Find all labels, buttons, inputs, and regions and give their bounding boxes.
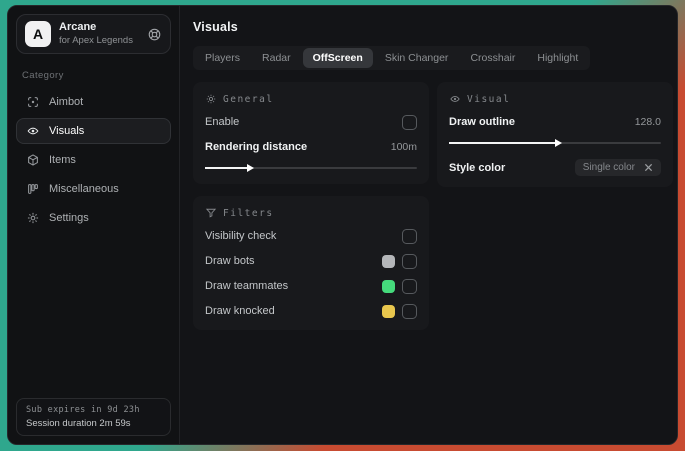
sidebar-item-label: Miscellaneous [49, 183, 119, 195]
brand-card: A Arcane for Apex Legends [16, 14, 171, 54]
eye-scan-icon [26, 124, 40, 138]
tab-radar[interactable]: Radar [252, 48, 301, 68]
draw-bots-color-swatch[interactable] [382, 254, 395, 268]
sun-icon [205, 93, 217, 105]
draw-outline-value: 128.0 [634, 116, 661, 128]
eye-icon [449, 93, 461, 105]
tab-crosshair[interactable]: Crosshair [460, 48, 525, 68]
main-panel: Visuals Players Radar OffScreen Skin Cha… [180, 6, 677, 444]
sidebar-item-label: Aimbot [49, 96, 84, 108]
session-duration-text: Session duration 2m 59s [26, 418, 131, 429]
target-icon[interactable] [147, 27, 162, 42]
funnel-icon [205, 207, 217, 219]
style-color-label: Style color [449, 161, 506, 174]
sidebar-nav: Aimbot Visuals Items Miscellaneous Setti… [16, 89, 171, 231]
sidebar-item-visuals[interactable]: Visuals [16, 118, 171, 144]
draw-teammates-checkbox[interactable] [402, 278, 417, 294]
brand-logo: A [25, 21, 51, 47]
filters-section: Filters Visibility check Draw bots Draw … [193, 196, 429, 330]
tab-highlight[interactable]: Highlight [527, 48, 588, 68]
tab-skin-changer[interactable]: Skin Changer [375, 48, 459, 68]
page-title: Visuals [193, 20, 238, 34]
general-section-title: General [223, 93, 274, 105]
draw-outline-row: Draw outline 128.0 [449, 114, 661, 130]
slider-thumb[interactable] [247, 163, 255, 172]
close-icon[interactable] [644, 163, 653, 172]
sidebar-item-label: Settings [49, 212, 89, 224]
crosshair-icon [26, 95, 40, 109]
draw-bots-checkbox[interactable] [402, 253, 417, 269]
draw-teammates-row: Draw teammates [205, 278, 417, 294]
brand-name: Arcane [59, 21, 97, 34]
app-window: A Arcane for Apex Legends Category Aimbo… [7, 5, 678, 445]
draw-outline-slider[interactable] [449, 138, 661, 148]
visibility-check-checkbox[interactable] [402, 228, 417, 244]
gear-icon [26, 211, 40, 225]
visual-section-title: Visual [467, 93, 511, 105]
visibility-check-row: Visibility check [205, 228, 417, 244]
columns-icon [26, 182, 40, 196]
enable-label: Enable [205, 116, 240, 128]
tab-offscreen[interactable]: OffScreen [302, 48, 373, 68]
box-icon [26, 153, 40, 167]
tab-bar: Players Radar OffScreen Skin Changer Cro… [193, 46, 591, 70]
draw-outline-label: Draw outline [449, 116, 516, 128]
content-area: General Enable Rendering distance 100m F… [193, 82, 673, 330]
visual-section: Visual Draw outline 128.0 Style color Si… [437, 82, 673, 187]
sidebar-item-settings[interactable]: Settings [16, 205, 171, 231]
slider-thumb[interactable] [555, 138, 562, 147]
draw-knocked-checkbox[interactable] [402, 303, 417, 319]
rendering-distance-value: 100m [390, 141, 417, 153]
rendering-distance-label: Rendering distance [205, 141, 308, 153]
general-section: General Enable Rendering distance 100m [193, 82, 429, 184]
filters-section-title: Filters [223, 207, 274, 219]
draw-bots-row: Draw bots [205, 253, 417, 269]
enable-checkbox[interactable] [402, 114, 417, 130]
subscription-info: Sub expires in 9d 23h Session duration 2… [16, 398, 171, 436]
draw-teammates-color-swatch[interactable] [382, 279, 395, 293]
category-label: Category [22, 70, 64, 81]
draw-knocked-row: Draw knocked [205, 303, 417, 319]
style-color-selected-option: Single color [582, 162, 635, 173]
sidebar-item-label: Items [49, 154, 76, 166]
style-color-row: Style color Single color [449, 159, 661, 176]
brand-subtitle: for Apex Legends [59, 35, 133, 47]
draw-knocked-color-swatch[interactable] [382, 304, 395, 318]
tab-players[interactable]: Players [195, 48, 250, 68]
sidebar-item-miscellaneous[interactable]: Miscellaneous [16, 176, 171, 202]
rendering-distance-slider[interactable] [205, 163, 417, 173]
sub-expires-text: Sub expires in 9d 23h [26, 405, 140, 415]
enable-row: Enable [205, 114, 417, 130]
sidebar-item-items[interactable]: Items [16, 147, 171, 173]
sidebar-item-aimbot[interactable]: Aimbot [16, 89, 171, 115]
style-color-select[interactable]: Single color [574, 159, 661, 176]
sidebar-item-label: Visuals [49, 125, 85, 137]
sidebar: A Arcane for Apex Legends Category Aimbo… [8, 6, 180, 444]
rendering-distance-row: Rendering distance 100m [205, 139, 417, 155]
